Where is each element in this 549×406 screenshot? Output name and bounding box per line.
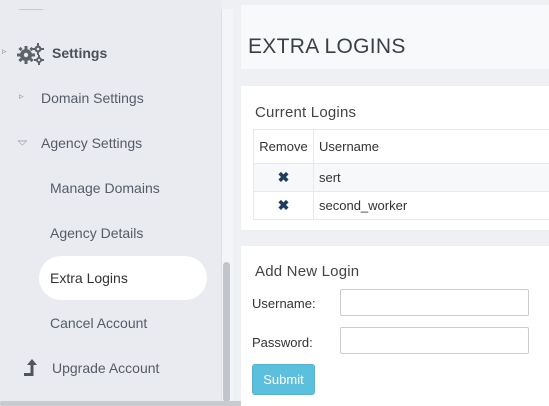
password-label: Password: — [252, 335, 313, 350]
gears-icon — [17, 43, 45, 70]
submit-button[interactable]: Submit — [252, 364, 315, 395]
add-login-title: Add New Login — [255, 263, 360, 280]
main-content: EXTRA LOGINS Current Logins Remove Usern… — [233, 0, 549, 406]
column-header-remove: Remove — [253, 129, 314, 164]
username-cell: sert — [313, 163, 549, 192]
sidebar-item-upgrade-account[interactable]: Upgrade Account — [0, 348, 221, 388]
table-row: ✖ sert — [253, 163, 549, 192]
sidebar-item-label: Agency Details — [50, 225, 144, 241]
username-cell: second_worker — [313, 191, 549, 220]
sidebar-item-agency-details[interactable]: Agency Details — [0, 213, 221, 253]
arrow-up-icon — [22, 358, 38, 383]
username-field[interactable] — [340, 289, 529, 316]
sidebar-item-label: Manage Domains — [50, 180, 160, 196]
page-title: EXTRA LOGINS — [248, 35, 406, 58]
logins-table: Remove Username ✖ sert ✖ second_worker — [253, 129, 549, 220]
table-header-row: Remove Username — [253, 129, 549, 164]
sidebar-item-extra-logins[interactable]: Extra Logins — [0, 256, 221, 300]
sidebar-item-label: Extra Logins — [50, 270, 128, 286]
column-header-username: Username — [313, 129, 549, 164]
table-row: ✖ second_worker — [253, 191, 549, 220]
sidebar-item-domain-settings[interactable]: ▹ Domain Settings — [0, 78, 221, 118]
current-logins-title: Current Logins — [255, 104, 357, 121]
divider — [19, 9, 43, 10]
caret-collapsed-icon: ▹ — [2, 46, 7, 56]
sidebar-item-settings[interactable]: ▹ Settings — [0, 33, 221, 73]
caret-collapsed-icon: ▹ — [19, 91, 24, 101]
sidebar-item-manage-domains[interactable]: Manage Domains — [0, 168, 221, 208]
page-header: EXTRA LOGINS — [241, 5, 549, 69]
sidebar-item-label: Upgrade Account — [52, 360, 160, 376]
remove-cell: ✖ — [253, 191, 314, 220]
sidebar: ▹ Settings ▹ Domain Settings ◿ Agency Se… — [0, 0, 221, 406]
sidebar-scrollbar-thumb[interactable] — [223, 262, 230, 402]
username-label: Username: — [252, 296, 316, 311]
password-field[interactable] — [340, 327, 529, 354]
sidebar-item-label: Agency Settings — [41, 135, 143, 151]
sidebar-item-cancel-account[interactable]: Cancel Account — [0, 303, 221, 343]
caret-expanded-icon: ◿ — [16, 134, 29, 147]
add-login-card: Add New Login Username: Password: Submit — [241, 246, 549, 406]
remove-icon[interactable]: ✖ — [278, 197, 290, 213]
remove-icon[interactable]: ✖ — [278, 169, 290, 185]
remove-cell: ✖ — [253, 163, 314, 192]
sidebar-item-agency-settings[interactable]: ◿ Agency Settings — [0, 123, 221, 163]
sidebar-item-label: Settings — [52, 45, 108, 61]
current-logins-card: Current Logins Remove Username ✖ sert ✖ — [241, 86, 549, 230]
sidebar-item-label: Cancel Account — [50, 315, 148, 331]
sidebar-item-label: Domain Settings — [41, 90, 144, 106]
